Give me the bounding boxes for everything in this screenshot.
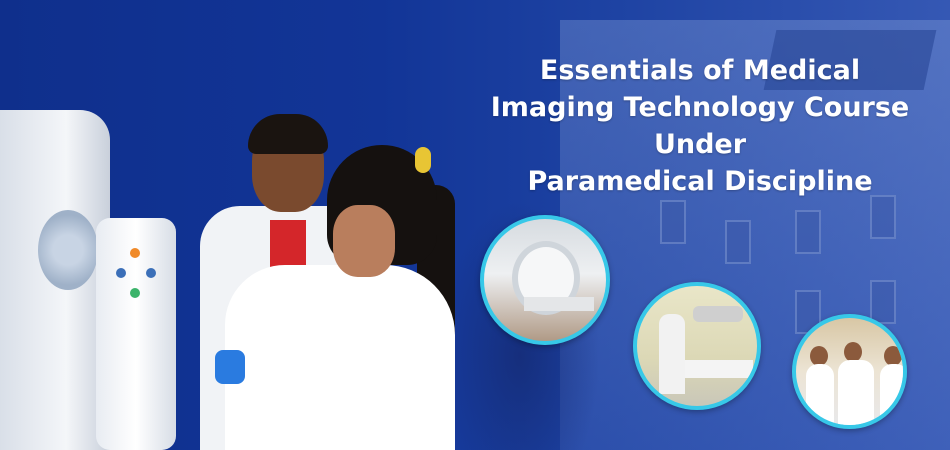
panel-button	[146, 268, 156, 278]
banner-title: Essentials of Medical Imaging Technology…	[455, 52, 945, 200]
main-photo	[0, 100, 470, 450]
panel-led-orange	[130, 248, 140, 258]
hair-band	[415, 147, 431, 173]
title-line: Paramedical Discipline	[527, 166, 873, 197]
student-figure	[838, 360, 874, 425]
course-banner: Essentials of Medical Imaging Technology…	[0, 0, 950, 450]
panel-led-green	[130, 288, 140, 298]
title-line: Essentials of Medical	[539, 55, 861, 86]
xray-room-photo	[633, 282, 761, 410]
xray-arm	[693, 306, 743, 322]
building-window	[725, 220, 751, 264]
injector-panel	[96, 218, 176, 450]
female-student	[205, 145, 475, 450]
student-head	[844, 342, 862, 362]
lab-coat	[225, 265, 455, 450]
student-head	[884, 346, 902, 366]
ct-scanner-photo	[480, 215, 610, 345]
student-figure	[806, 364, 834, 425]
xray-table	[683, 360, 753, 378]
building-window	[795, 210, 821, 254]
student-figure	[880, 364, 903, 425]
building-window	[660, 200, 686, 244]
student-head	[810, 346, 828, 366]
panel-button	[116, 268, 126, 278]
title-line: Imaging Technology Course Under	[490, 92, 910, 160]
building-window	[870, 195, 896, 239]
students-reading-photo	[792, 314, 907, 429]
student-face	[333, 205, 395, 277]
blue-cuff	[215, 350, 245, 384]
building-window	[870, 280, 896, 324]
student-figure	[659, 314, 685, 394]
machine-dial	[38, 210, 98, 290]
imaging-machine	[0, 110, 110, 450]
scanner-bed	[524, 297, 594, 311]
